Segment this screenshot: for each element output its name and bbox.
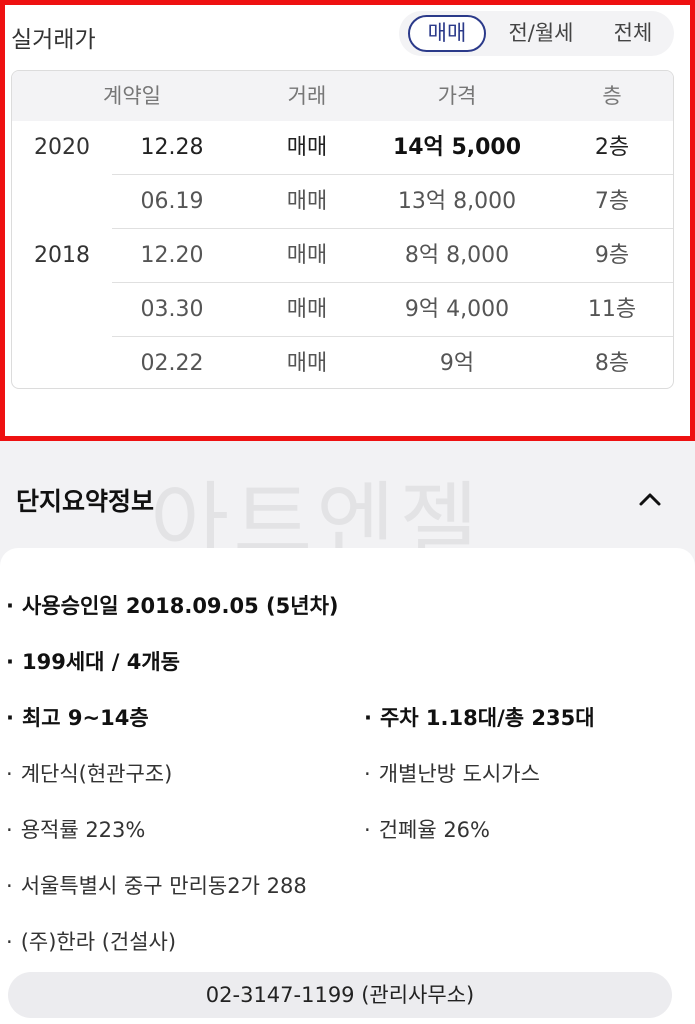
table-row: 02.22 매매 9억 8층 xyxy=(112,337,673,388)
row-type: 매매 xyxy=(286,351,328,376)
tab-rent[interactable]: 전/월세 xyxy=(499,15,583,52)
table-row: 06.19 매매 13억 8,000 7층 xyxy=(112,175,673,229)
management-phone-button[interactable]: 02-3147-1199 (관리사무소) xyxy=(8,972,672,1018)
col-header-type: 거래 xyxy=(287,84,327,108)
table-row: 12.20 매매 8억 8,000 9층 xyxy=(112,229,673,283)
row-date: 12.20 xyxy=(140,243,204,268)
row-price: 8억 8,000 xyxy=(404,243,510,268)
row-floor: 7층 xyxy=(594,189,630,214)
builder: · (주)한라 (건설사) xyxy=(6,930,177,954)
row-price: 13억 8,000 xyxy=(397,189,517,214)
floor-range: · 최고 9~14층 xyxy=(6,706,149,730)
floor-area-ratio: · 용적률 223% xyxy=(6,818,146,842)
row-date: 02.22 xyxy=(140,351,204,376)
col-header-price: 가격 xyxy=(437,84,477,108)
trade-table: 계약일 거래 가격 층 2020 2018 12.28 매매 14억 5,000… xyxy=(11,70,674,389)
address: · 서울특별시 중구 만리동2가 288 xyxy=(6,874,307,898)
trade-filter-tabs: 매매 전/월세 전체 xyxy=(399,11,674,56)
table-row: 03.30 매매 9억 4,000 11층 xyxy=(112,283,673,337)
row-type: 매매 xyxy=(286,189,328,214)
row-price: 9억 xyxy=(439,351,475,376)
summary-panel: · 사용승인일 2018.09.05 (5년차) · 199세대 / 4개동 · 최고… xyxy=(0,548,695,1024)
summary-title: 단지요약정보 xyxy=(16,487,155,516)
row-price: 9억 4,000 xyxy=(404,297,510,322)
table-header: 계약일 거래 가격 층 xyxy=(12,71,673,121)
structure-info: · 계단식(현관구조) xyxy=(6,762,173,786)
approval-date: · 사용승인일 2018.09.05 (5년차) xyxy=(6,594,339,618)
row-floor: 11층 xyxy=(587,297,637,322)
building-coverage-ratio: · 건폐율 26% xyxy=(364,818,490,842)
row-type: 매매 xyxy=(286,135,328,160)
row-floor: 8층 xyxy=(594,351,630,376)
chevron-up-icon[interactable] xyxy=(636,486,664,514)
row-price: 14억 5,000 xyxy=(392,135,522,160)
row-date: 06.19 xyxy=(140,189,204,214)
row-date: 03.30 xyxy=(140,297,204,322)
row-type: 매매 xyxy=(286,297,328,322)
row-type: 매매 xyxy=(286,243,328,268)
real-trade-price-panel: 실거래가 매매 전/월세 전체 계약일 거래 가격 층 2020 2018 12… xyxy=(0,0,695,441)
households: · 199세대 / 4개동 xyxy=(6,650,181,674)
tab-all[interactable]: 전체 xyxy=(603,15,663,52)
row-date: 12.28 xyxy=(140,135,204,160)
row-floor: 2층 xyxy=(594,135,630,160)
col-header-floor: 층 xyxy=(602,84,622,108)
heating-info: · 개별난방 도시가스 xyxy=(364,762,540,786)
table-row: 12.28 매매 14억 5,000 2층 xyxy=(112,121,673,175)
tab-sale[interactable]: 매매 xyxy=(408,15,486,52)
row-floor: 9층 xyxy=(594,243,630,268)
col-header-date: 계약일 xyxy=(103,84,161,108)
trade-title: 실거래가 xyxy=(11,27,96,53)
parking-info: · 주차 1.18대/총 235대 xyxy=(364,706,595,730)
